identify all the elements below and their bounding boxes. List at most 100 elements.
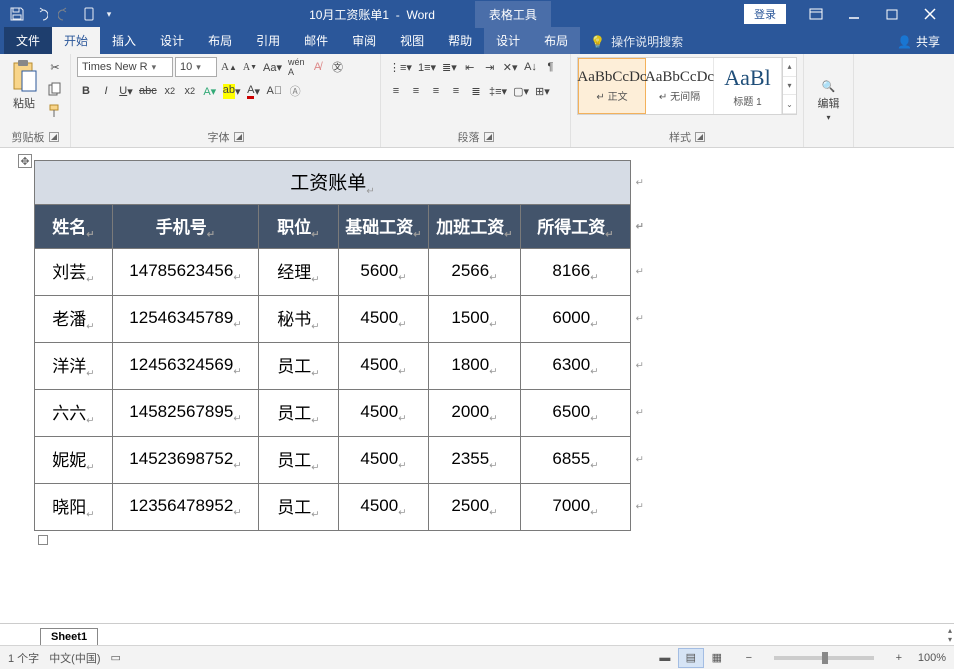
- table-row[interactable]: 洋洋↵12456324569↵员工↵4500↵1800↵6300↵↵: [35, 343, 631, 390]
- format-painter-icon[interactable]: [46, 101, 64, 121]
- font-color-icon[interactable]: A▾: [245, 81, 263, 101]
- superscript-button[interactable]: x2: [181, 81, 199, 101]
- scrollbar-vertical[interactable]: ▴▾: [948, 626, 952, 644]
- borders-icon[interactable]: ⊞▾: [533, 81, 552, 101]
- tab-view[interactable]: 视图: [388, 27, 436, 54]
- table-cell[interactable]: 6855↵↵: [521, 437, 631, 484]
- table-row[interactable]: 妮妮↵14523698752↵员工↵4500↵2355↵6855↵↵: [35, 437, 631, 484]
- tab-table-design[interactable]: 设计: [484, 27, 532, 54]
- tab-references[interactable]: 引用: [244, 27, 292, 54]
- gallery-scroll[interactable]: ▴▾⌄: [782, 58, 796, 114]
- strikethrough-button[interactable]: abc: [137, 81, 159, 101]
- style-heading-1[interactable]: AaBl 标题 1: [714, 58, 782, 114]
- redo-icon[interactable]: [54, 3, 76, 25]
- table-cell[interactable]: 7000↵↵: [521, 484, 631, 531]
- bullets-icon[interactable]: ⋮≡▾: [387, 57, 414, 77]
- table-row[interactable]: 老潘↵12546345789↵秘书↵4500↵1500↵6000↵↵: [35, 296, 631, 343]
- table-cell[interactable]: 员工↵: [259, 390, 339, 437]
- char-shading-icon[interactable]: A⃞: [265, 81, 285, 101]
- multilevel-list-icon[interactable]: ≣▾: [440, 57, 459, 77]
- tab-layout[interactable]: 布局: [196, 27, 244, 54]
- undo-icon[interactable]: [30, 3, 52, 25]
- table-cell[interactable]: 12356478952↵: [113, 484, 259, 531]
- table-cell[interactable]: 晓阳↵: [35, 484, 113, 531]
- login-button[interactable]: 登录: [744, 4, 786, 24]
- tell-me-search[interactable]: 💡 操作说明搜索: [580, 29, 693, 54]
- tab-home[interactable]: 开始: [52, 27, 100, 54]
- line-spacing-icon[interactable]: ‡≡▾: [487, 81, 509, 101]
- tab-help[interactable]: 帮助: [436, 27, 484, 54]
- table-cell[interactable]: 8166↵↵: [521, 249, 631, 296]
- table-cell[interactable]: 六六↵: [35, 390, 113, 437]
- tab-insert[interactable]: 插入: [100, 27, 148, 54]
- table-cell[interactable]: 刘芸↵: [35, 249, 113, 296]
- table-header-row[interactable]: 姓名↵ 手机号↵ 职位↵ 基础工资↵ 加班工资↵ 所得工资↵↵: [35, 205, 631, 249]
- table-cell[interactable]: 6300↵↵: [521, 343, 631, 390]
- table-title-cell[interactable]: 工资账单↵↵: [35, 161, 631, 205]
- numbering-icon[interactable]: 1≡▾: [416, 57, 438, 77]
- align-right-icon[interactable]: ≡: [427, 81, 445, 101]
- table-cell[interactable]: 2500↵: [429, 484, 521, 531]
- tab-mailings[interactable]: 邮件: [292, 27, 340, 54]
- touch-mode-icon[interactable]: [78, 3, 100, 25]
- zoom-out-icon[interactable]: −: [740, 648, 758, 668]
- table-cell[interactable]: 4500↵: [339, 296, 429, 343]
- table-cell[interactable]: 员工↵: [259, 343, 339, 390]
- table-cell[interactable]: 2355↵: [429, 437, 521, 484]
- table-cell[interactable]: 老潘↵: [35, 296, 113, 343]
- accessibility-icon[interactable]: ▭: [111, 651, 121, 664]
- show-marks-icon[interactable]: ¶: [542, 57, 560, 77]
- document-area[interactable]: ✥ 工资账单↵↵ 姓名↵ 手机号↵ 职位↵ 基础工资↵ 加班工资↵ 所得工资↵↵…: [0, 148, 954, 623]
- sort-icon[interactable]: A↓: [522, 57, 540, 77]
- increase-indent-icon[interactable]: ⇥: [481, 57, 499, 77]
- shrink-font-icon[interactable]: A▼: [241, 57, 259, 77]
- table-resize-handle[interactable]: [38, 535, 48, 545]
- change-case-icon[interactable]: Aa▾: [261, 57, 284, 77]
- underline-button[interactable]: U▾: [117, 81, 135, 101]
- tab-design[interactable]: 设计: [148, 27, 196, 54]
- table-cell[interactable]: 5600↵: [339, 249, 429, 296]
- table-cell[interactable]: 6000↵↵: [521, 296, 631, 343]
- distribute-icon[interactable]: ≣: [467, 81, 485, 101]
- table-cell[interactable]: 1800↵: [429, 343, 521, 390]
- table-cell[interactable]: 4500↵: [339, 343, 429, 390]
- shading-icon[interactable]: ▢▾: [511, 81, 531, 101]
- table-cell[interactable]: 2566↵: [429, 249, 521, 296]
- align-left-icon[interactable]: ≡: [387, 81, 405, 101]
- table-cell[interactable]: 员工↵: [259, 437, 339, 484]
- table-cell[interactable]: 1500↵: [429, 296, 521, 343]
- ribbon-options-icon[interactable]: [798, 3, 834, 25]
- justify-icon[interactable]: ≡: [447, 81, 465, 101]
- save-icon[interactable]: [6, 3, 28, 25]
- highlight-icon[interactable]: ab▾: [221, 81, 243, 101]
- clipboard-dialog-launcher[interactable]: [49, 132, 59, 142]
- bold-button[interactable]: B: [77, 81, 95, 101]
- tab-review[interactable]: 审阅: [340, 27, 388, 54]
- table-cell[interactable]: 14523698752↵: [113, 437, 259, 484]
- italic-button[interactable]: I: [97, 81, 115, 101]
- cut-icon[interactable]: ✂: [46, 57, 64, 77]
- table-cell[interactable]: 12546345789↵: [113, 296, 259, 343]
- styles-dialog-launcher[interactable]: [695, 132, 705, 142]
- share-button[interactable]: 👤 共享: [887, 29, 950, 54]
- table-cell[interactable]: 员工↵: [259, 484, 339, 531]
- qat-customize-icon[interactable]: ▾: [102, 3, 116, 25]
- close-icon[interactable]: [912, 3, 948, 25]
- language-status[interactable]: 中文(中国): [49, 650, 100, 666]
- copy-icon[interactable]: [46, 79, 64, 99]
- subscript-button[interactable]: x2: [161, 81, 179, 101]
- style-no-spacing[interactable]: AaBbCcDc ↵ 无间隔: [646, 58, 714, 114]
- paragraph-dialog-launcher[interactable]: [484, 132, 494, 142]
- align-center-icon[interactable]: ≡: [407, 81, 425, 101]
- font-size-combo[interactable]: 10▾: [175, 57, 217, 77]
- zoom-in-icon[interactable]: +: [890, 648, 908, 668]
- font-name-combo[interactable]: Times New R▾: [77, 57, 173, 77]
- table-cell[interactable]: 4500↵: [339, 437, 429, 484]
- read-mode-icon[interactable]: ▬: [652, 648, 678, 668]
- zoom-slider[interactable]: [774, 656, 874, 660]
- table-row[interactable]: 六六↵14582567895↵员工↵4500↵2000↵6500↵↵: [35, 390, 631, 437]
- table-cell[interactable]: 经理↵: [259, 249, 339, 296]
- salary-table[interactable]: 工资账单↵↵ 姓名↵ 手机号↵ 职位↵ 基础工资↵ 加班工资↵ 所得工资↵↵ 刘…: [34, 160, 631, 531]
- enclose-char-icon[interactable]: ㉆: [329, 57, 347, 77]
- table-cell[interactable]: 6500↵↵: [521, 390, 631, 437]
